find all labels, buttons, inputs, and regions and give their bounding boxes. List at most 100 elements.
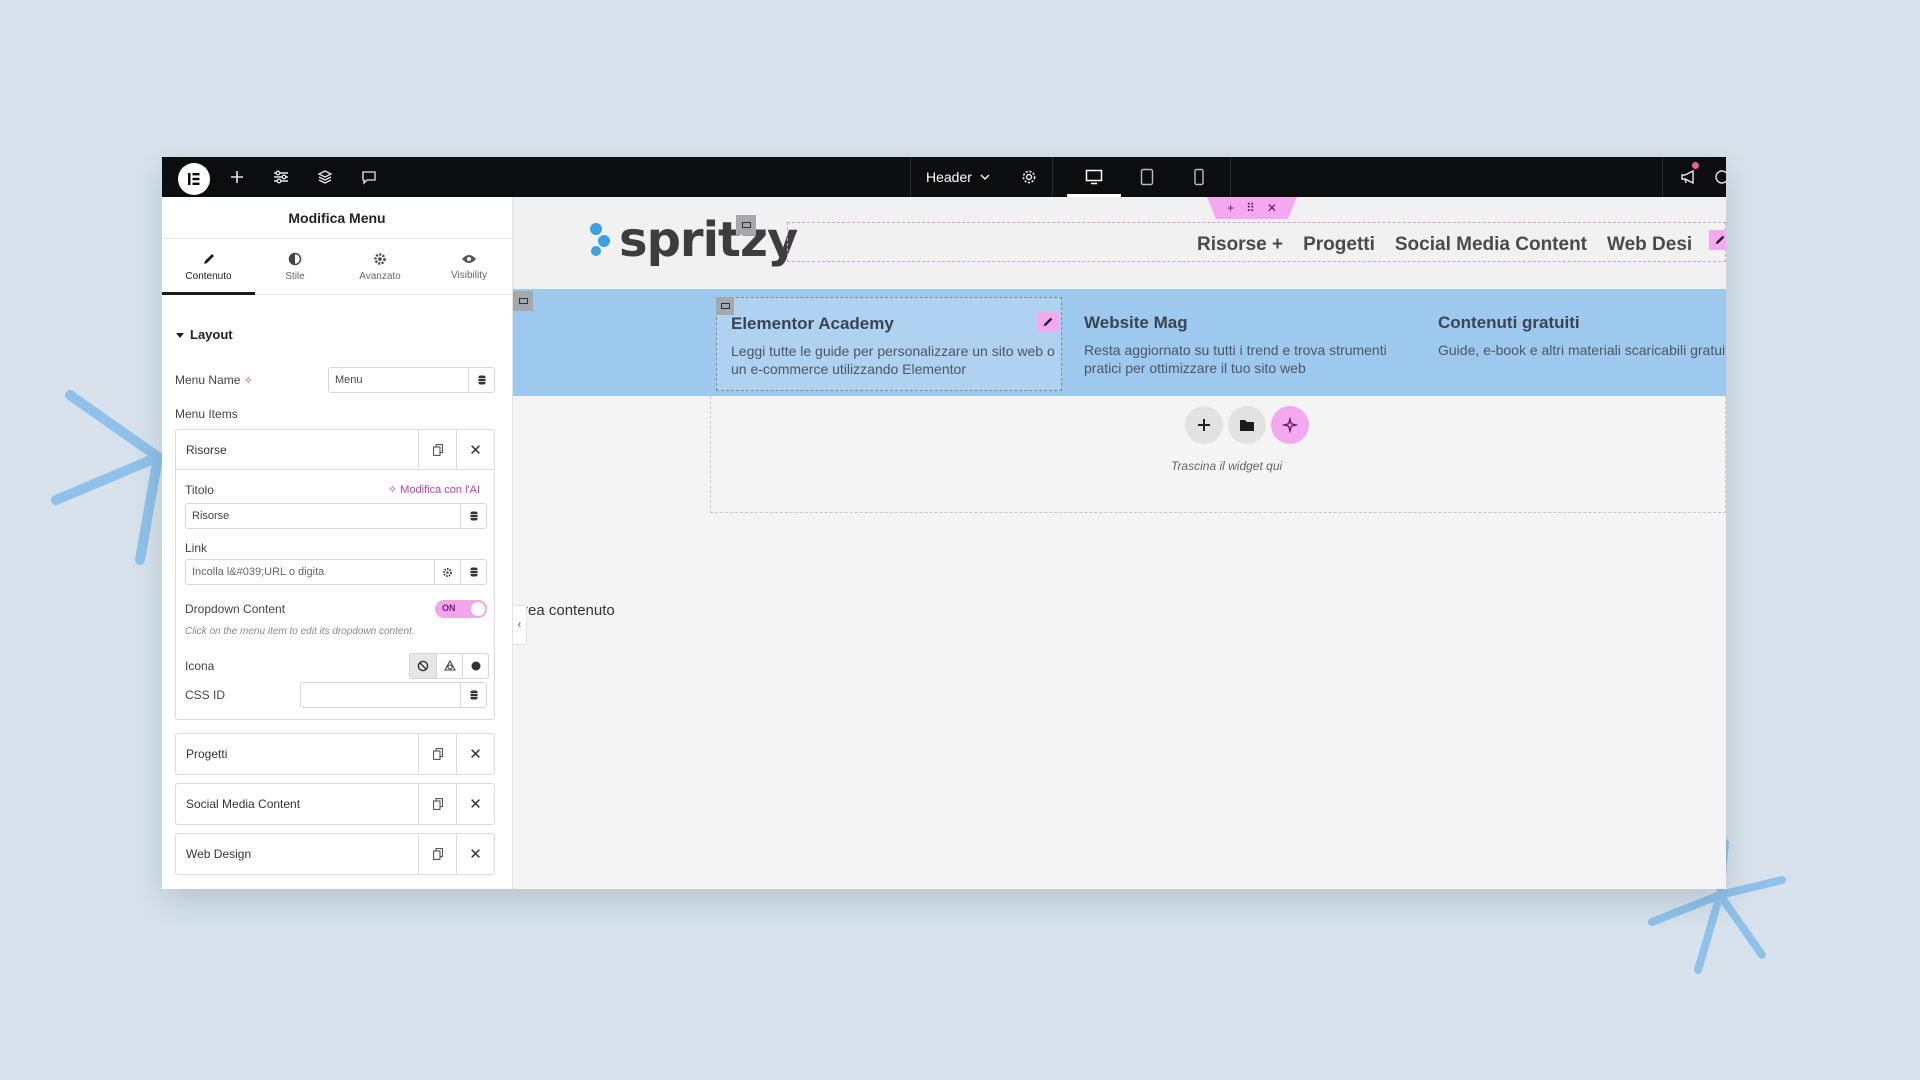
edit-widget-button[interactable] (1037, 312, 1059, 332)
duplicate-item-button[interactable] (418, 734, 456, 774)
remove-item-button[interactable]: ✕ (456, 784, 494, 824)
template-label: Header (926, 169, 972, 185)
widget-drop-area: Trascina il widget qui (710, 396, 1726, 513)
template-selector[interactable]: Header (926, 157, 990, 197)
device-mobile-button[interactable] (1174, 157, 1224, 197)
ai-edit-text: Modifica con l'AI (400, 484, 481, 496)
content-area-label: Area contenuto (513, 602, 615, 619)
ai-sparkle-icon[interactable]: ✧ (244, 375, 253, 387)
link-options-button[interactable] (434, 560, 460, 584)
widget-handle[interactable] (716, 297, 734, 315)
circle-icon (471, 661, 480, 671)
device-desktop-button[interactable] (1067, 157, 1121, 197)
elementor-logo-button[interactable] (178, 163, 210, 195)
add-section-button[interactable] (1185, 406, 1223, 444)
remove-item-button[interactable]: ✕ (456, 430, 494, 470)
titolo-field[interactable]: Risorse (185, 503, 487, 529)
shapes-icon (443, 660, 456, 671)
menu-item-header[interactable]: Progetti ✕ (176, 734, 494, 774)
structure-button[interactable] (310, 157, 340, 197)
widget-handle[interactable] (736, 215, 756, 235)
mega-card-title: Elementor Academy (731, 314, 894, 333)
desktop-icon (1085, 169, 1103, 185)
menu-name-label: Menu Name ✧ (175, 373, 253, 387)
divider (1230, 157, 1231, 197)
duplicate-item-button[interactable] (418, 784, 456, 824)
icona-label: Icona (185, 659, 215, 673)
tab-contenuto[interactable]: Contenuto (162, 239, 255, 295)
tab-avanzato[interactable]: Avanzato (335, 239, 425, 295)
drop-hint: Trascina il widget qui (1171, 459, 1283, 473)
tab-stile[interactable]: Stile (255, 239, 335, 295)
collapse-panel-button[interactable]: ‹ (513, 605, 527, 645)
site-logo[interactable]: spritzy (585, 212, 798, 268)
copy-icon (432, 848, 443, 860)
dropdown-content-label: Dropdown Content (185, 602, 286, 616)
nav-item-progetti[interactable]: Progetti (1303, 234, 1375, 256)
ai-edit-link[interactable]: ✧ Modifica con l'AI (388, 483, 480, 496)
help-button[interactable] (1712, 157, 1726, 197)
brand-name: spritzy (619, 212, 798, 268)
mega-card-website-mag[interactable]: Website Mag Resta aggiornato su tutti i … (1070, 297, 1416, 391)
add-icon[interactable]: + (1227, 201, 1234, 215)
layers-icon (317, 170, 333, 184)
menu-item-risorse: Risorse ✕ Titolo ✧ Modifica con l'AI Ris… (175, 429, 495, 720)
comments-button[interactable] (354, 157, 384, 197)
remove-item-button[interactable]: ✕ (456, 734, 494, 774)
editor-top-bar: Header (162, 157, 1726, 197)
site-settings-button[interactable] (266, 157, 296, 197)
dynamic-tags-button[interactable] (460, 683, 486, 707)
help-icon (1715, 170, 1726, 184)
ban-icon (417, 660, 429, 672)
edit-widget-button[interactable] (1709, 230, 1726, 250)
menu-name-field[interactable]: Menu (328, 367, 495, 393)
dynamic-tags-button[interactable] (468, 368, 494, 392)
icon-library-option[interactable] (436, 654, 462, 678)
link-field[interactable]: Incolla l&#039;URL o digita (185, 559, 487, 585)
mega-card-desc: Resta aggiornato su tutti i trend e trov… (1084, 342, 1387, 376)
tab-visibility[interactable]: Visibility (425, 239, 512, 295)
drag-handle-icon[interactable]: ⠿ (1246, 201, 1255, 215)
eye-icon (462, 255, 476, 263)
site-header: spritzy + ⠿ ✕ Risorse + Progetti Social … (513, 197, 1726, 289)
section-title: Layout (190, 327, 233, 342)
mobile-icon (1194, 168, 1204, 186)
link-label: Link (185, 541, 208, 555)
container-handle[interactable] (513, 291, 533, 311)
plus-icon (231, 171, 243, 183)
page-settings-button[interactable] (1012, 157, 1046, 197)
duplicate-item-button[interactable] (418, 430, 456, 470)
mega-card-contenuti-gratuiti[interactable]: Contenuti gratuiti Guide, e-book e altri… (1424, 297, 1726, 391)
section-layout-toggle[interactable]: Layout (176, 327, 233, 342)
menu-item-header[interactable]: Social Media Content ✕ (176, 784, 494, 824)
toggle-knob (471, 602, 485, 616)
editor-canvas: spritzy + ⠿ ✕ Risorse + Progetti Social … (513, 197, 1726, 889)
dynamic-tags-button[interactable] (460, 560, 486, 584)
mega-card-elementor-academy[interactable]: Elementor Academy Leggi tutte le guide p… (716, 297, 1062, 391)
duplicate-item-button[interactable] (418, 834, 456, 874)
nav-label: Risorse (1197, 234, 1267, 255)
mega-menu-dropdown: Elementor Academy Leggi tutte le guide p… (513, 289, 1726, 396)
chevron-down-icon (980, 174, 990, 180)
icon-custom-option[interactable] (462, 654, 488, 678)
container-controls[interactable]: + ⠿ ✕ (1207, 197, 1297, 219)
gear-icon (1022, 170, 1036, 184)
whats-new-button[interactable] (1672, 157, 1706, 197)
add-element-button[interactable] (222, 157, 252, 197)
remove-item-button[interactable]: ✕ (456, 834, 494, 874)
device-tablet-button[interactable] (1122, 157, 1172, 197)
menu-item-header[interactable]: Web Design ✕ (176, 834, 494, 874)
nav-item-web-design[interactable]: Web Desi (1607, 234, 1692, 256)
dynamic-tags-button[interactable] (460, 504, 486, 528)
nav-item-social-media-content[interactable]: Social Media Content (1395, 234, 1587, 256)
dropdown-content-toggle[interactable]: ON (435, 600, 487, 618)
menu-item-header[interactable]: Risorse ✕ (176, 430, 494, 470)
menu-item-web-design: Web Design ✕ (175, 833, 495, 875)
add-template-button[interactable] (1228, 406, 1266, 444)
nav-item-risorse[interactable]: Risorse + (1197, 234, 1283, 256)
css-id-field[interactable] (300, 682, 487, 708)
widget-settings-panel: Modifica Menu Contenuto Stile Avanzato V… (162, 197, 513, 889)
close-icon[interactable]: ✕ (1267, 201, 1277, 215)
icon-none-option[interactable] (410, 654, 436, 678)
ai-generate-button[interactable] (1271, 406, 1309, 444)
